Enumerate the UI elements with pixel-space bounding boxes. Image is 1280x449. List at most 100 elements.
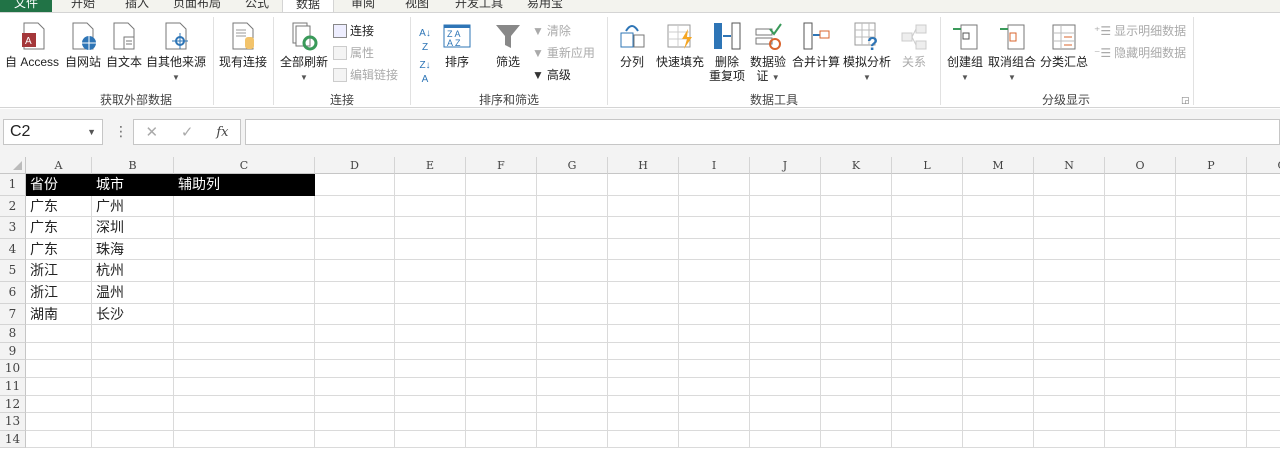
- cell-K8[interactable]: [821, 325, 892, 343]
- cell-A12[interactable]: [26, 395, 92, 414]
- select-all-button[interactable]: [0, 157, 26, 174]
- filter-button[interactable]: 筛选: [488, 21, 528, 69]
- hide-detail-button[interactable]: ⁻☰ 隐藏明细数据: [1094, 44, 1186, 62]
- cell-Q4[interactable]: [1247, 239, 1280, 261]
- cell-F10[interactable]: [466, 360, 537, 378]
- cell-I4[interactable]: [679, 238, 750, 261]
- cell-F7[interactable]: [466, 303, 537, 326]
- cell-K5[interactable]: [821, 260, 892, 282]
- worksheet-grid[interactable]: ABCDEFGHIJKLMNOPQ 1省份城市辅助列 2广东广州 3广东深圳 4广东珠海…: [0, 157, 1280, 449]
- sort-descending-button[interactable]: Z↓ A: [414, 59, 436, 87]
- column-header-P[interactable]: P: [1176, 157, 1247, 174]
- cell-B6[interactable]: 温州: [92, 282, 174, 304]
- cell-A9[interactable]: [26, 342, 92, 361]
- remove-duplicates-button[interactable]: 删除 重复项: [708, 21, 746, 83]
- cell-Q14[interactable]: [1247, 431, 1280, 449]
- tab-file[interactable]: 文件: [0, 0, 52, 12]
- tab-page-layout[interactable]: 页面布局: [166, 0, 228, 12]
- flash-fill-button[interactable]: 快速填充: [654, 21, 706, 69]
- cell-C6[interactable]: [174, 282, 315, 304]
- cell-H7[interactable]: [608, 303, 679, 326]
- cell-N12[interactable]: [1034, 395, 1105, 414]
- from-access-button[interactable]: A 自 Access: [2, 21, 62, 69]
- chevron-down-icon[interactable]: ▼: [87, 120, 96, 144]
- cell-H14[interactable]: [608, 430, 679, 449]
- cell-C10[interactable]: [174, 360, 315, 378]
- cell-F6[interactable]: [466, 282, 537, 304]
- cell-A3[interactable]: 广东: [26, 217, 92, 239]
- cell-G10[interactable]: [537, 360, 608, 378]
- cell-M3[interactable]: [963, 217, 1034, 239]
- tab-formulas[interactable]: 公式: [232, 0, 282, 12]
- cell-E8[interactable]: [395, 325, 466, 343]
- name-box[interactable]: C2 ▼: [3, 119, 103, 145]
- cell-J1[interactable]: [750, 174, 821, 196]
- cancel-icon[interactable]: ✕: [145, 123, 158, 141]
- column-header-I[interactable]: I: [679, 157, 750, 174]
- cell-I9[interactable]: [679, 342, 750, 361]
- cell-P9[interactable]: [1176, 342, 1247, 361]
- cell-E9[interactable]: [395, 342, 466, 361]
- cell-O4[interactable]: [1105, 238, 1176, 261]
- cell-J3[interactable]: [750, 217, 821, 239]
- cell-N5[interactable]: [1034, 260, 1105, 282]
- cell-J5[interactable]: [750, 260, 821, 282]
- relationships-button[interactable]: 关系: [894, 21, 934, 69]
- cell-E2[interactable]: [395, 195, 466, 218]
- row-header-13[interactable]: 13: [0, 413, 26, 431]
- cell-F13[interactable]: [466, 413, 537, 431]
- cell-N6[interactable]: [1034, 282, 1105, 304]
- cell-I5[interactable]: [679, 260, 750, 282]
- cell-E14[interactable]: [395, 430, 466, 449]
- cell-A10[interactable]: [26, 360, 92, 378]
- cell-J8[interactable]: [750, 325, 821, 343]
- cell-J10[interactable]: [750, 360, 821, 378]
- cell-E3[interactable]: [395, 217, 466, 239]
- column-header-G[interactable]: G: [537, 157, 608, 174]
- cell-B9[interactable]: [92, 342, 174, 361]
- cell-E1[interactable]: [395, 174, 466, 196]
- cell-G9[interactable]: [537, 342, 608, 361]
- cell-O7[interactable]: [1105, 303, 1176, 326]
- cell-L10[interactable]: [892, 360, 963, 378]
- cell-H12[interactable]: [608, 395, 679, 414]
- cell-B14[interactable]: [92, 430, 174, 449]
- cell-B1[interactable]: 城市: [92, 174, 174, 196]
- cell-G11[interactable]: [537, 378, 608, 396]
- column-header-L[interactable]: L: [892, 157, 963, 174]
- cell-F5[interactable]: [466, 260, 537, 282]
- cell-E7[interactable]: [395, 303, 466, 326]
- cell-H5[interactable]: [608, 260, 679, 282]
- cell-Q2[interactable]: [1247, 196, 1280, 218]
- tab-insert[interactable]: 插入: [112, 0, 162, 12]
- column-header-C[interactable]: C: [174, 157, 315, 174]
- cell-F11[interactable]: [466, 378, 537, 396]
- column-header-J[interactable]: J: [750, 157, 821, 174]
- dialog-launcher-icon[interactable]: ◲: [1181, 95, 1190, 106]
- cell-P11[interactable]: [1176, 378, 1247, 396]
- cell-F3[interactable]: [466, 217, 537, 239]
- cell-O14[interactable]: [1105, 430, 1176, 449]
- cell-O1[interactable]: [1105, 174, 1176, 196]
- cell-P13[interactable]: [1176, 413, 1247, 431]
- cell-K6[interactable]: [821, 282, 892, 304]
- cell-D11[interactable]: [315, 378, 395, 396]
- cell-N11[interactable]: [1034, 378, 1105, 396]
- cell-M10[interactable]: [963, 360, 1034, 378]
- cell-D3[interactable]: [315, 217, 395, 239]
- cell-L14[interactable]: [892, 430, 963, 449]
- row-header-3[interactable]: 3: [0, 217, 26, 239]
- cell-J11[interactable]: [750, 378, 821, 396]
- cell-D6[interactable]: [315, 282, 395, 304]
- cell-M7[interactable]: [963, 303, 1034, 326]
- cell-A11[interactable]: [26, 378, 92, 396]
- cell-B7[interactable]: 长沙: [92, 303, 174, 326]
- cell-D12[interactable]: [315, 395, 395, 414]
- cell-J13[interactable]: [750, 413, 821, 431]
- tab-easy-tools[interactable]: 易用宝: [518, 0, 572, 12]
- cell-L8[interactable]: [892, 325, 963, 343]
- cell-C7[interactable]: [174, 303, 315, 326]
- cell-G4[interactable]: [537, 238, 608, 261]
- cell-L1[interactable]: [892, 174, 963, 196]
- cell-K4[interactable]: [821, 238, 892, 261]
